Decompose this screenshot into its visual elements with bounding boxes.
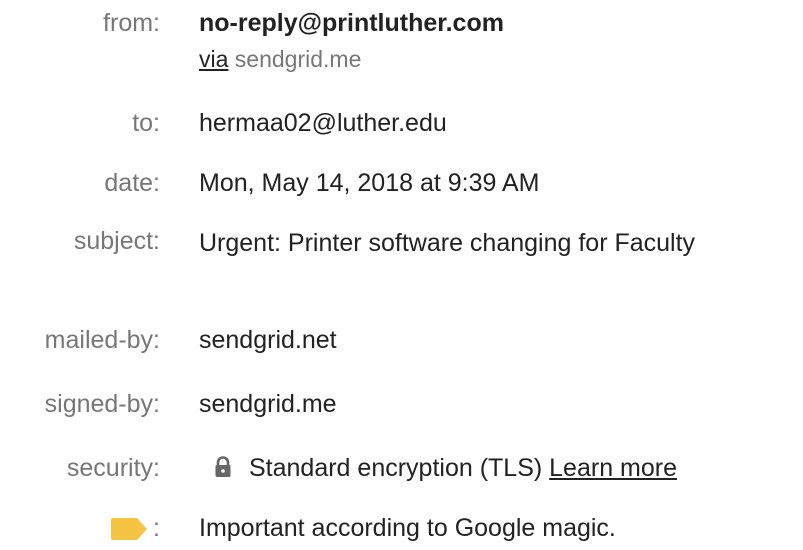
from-value: no-reply@printluther.com: [199, 8, 504, 38]
subject-value: Urgent: Printer software changing for Fa…: [199, 229, 696, 257]
importance-label: :: [109, 513, 160, 543]
learn-more-link[interactable]: Learn more: [549, 454, 677, 482]
mailed-by-label: mailed-by:: [44, 326, 160, 354]
lock-icon: [215, 456, 231, 477]
signed-by-value: sendgrid.me: [199, 390, 337, 418]
mailed-by-value: sendgrid.net: [199, 326, 337, 354]
from-label: from:: [103, 9, 160, 37]
date-label: date:: [104, 169, 160, 197]
subject-label: subject:: [73, 227, 160, 255]
via-link[interactable]: via: [199, 46, 228, 72]
to-label: to:: [132, 109, 160, 137]
security-value-group: Standard encryption (TLS) Learn more: [199, 453, 677, 483]
via-domain: sendgrid.me: [234, 46, 362, 72]
via-line: via sendgrid.me: [199, 45, 361, 73]
importance-colon: :: [153, 514, 160, 542]
signed-by-label: signed-by:: [44, 390, 160, 418]
security-label: security:: [66, 454, 160, 482]
security-value: Standard encryption (TLS): [249, 454, 543, 482]
importance-marker-icon: [111, 518, 148, 540]
sender-email: no-reply@printluther.com: [199, 9, 504, 37]
to-value: hermaa02@luther.edu: [199, 109, 447, 137]
importance-value: Important according to Google magic.: [199, 514, 616, 542]
date-value: Mon, May 14, 2018 at 9:39 AM: [199, 169, 540, 197]
